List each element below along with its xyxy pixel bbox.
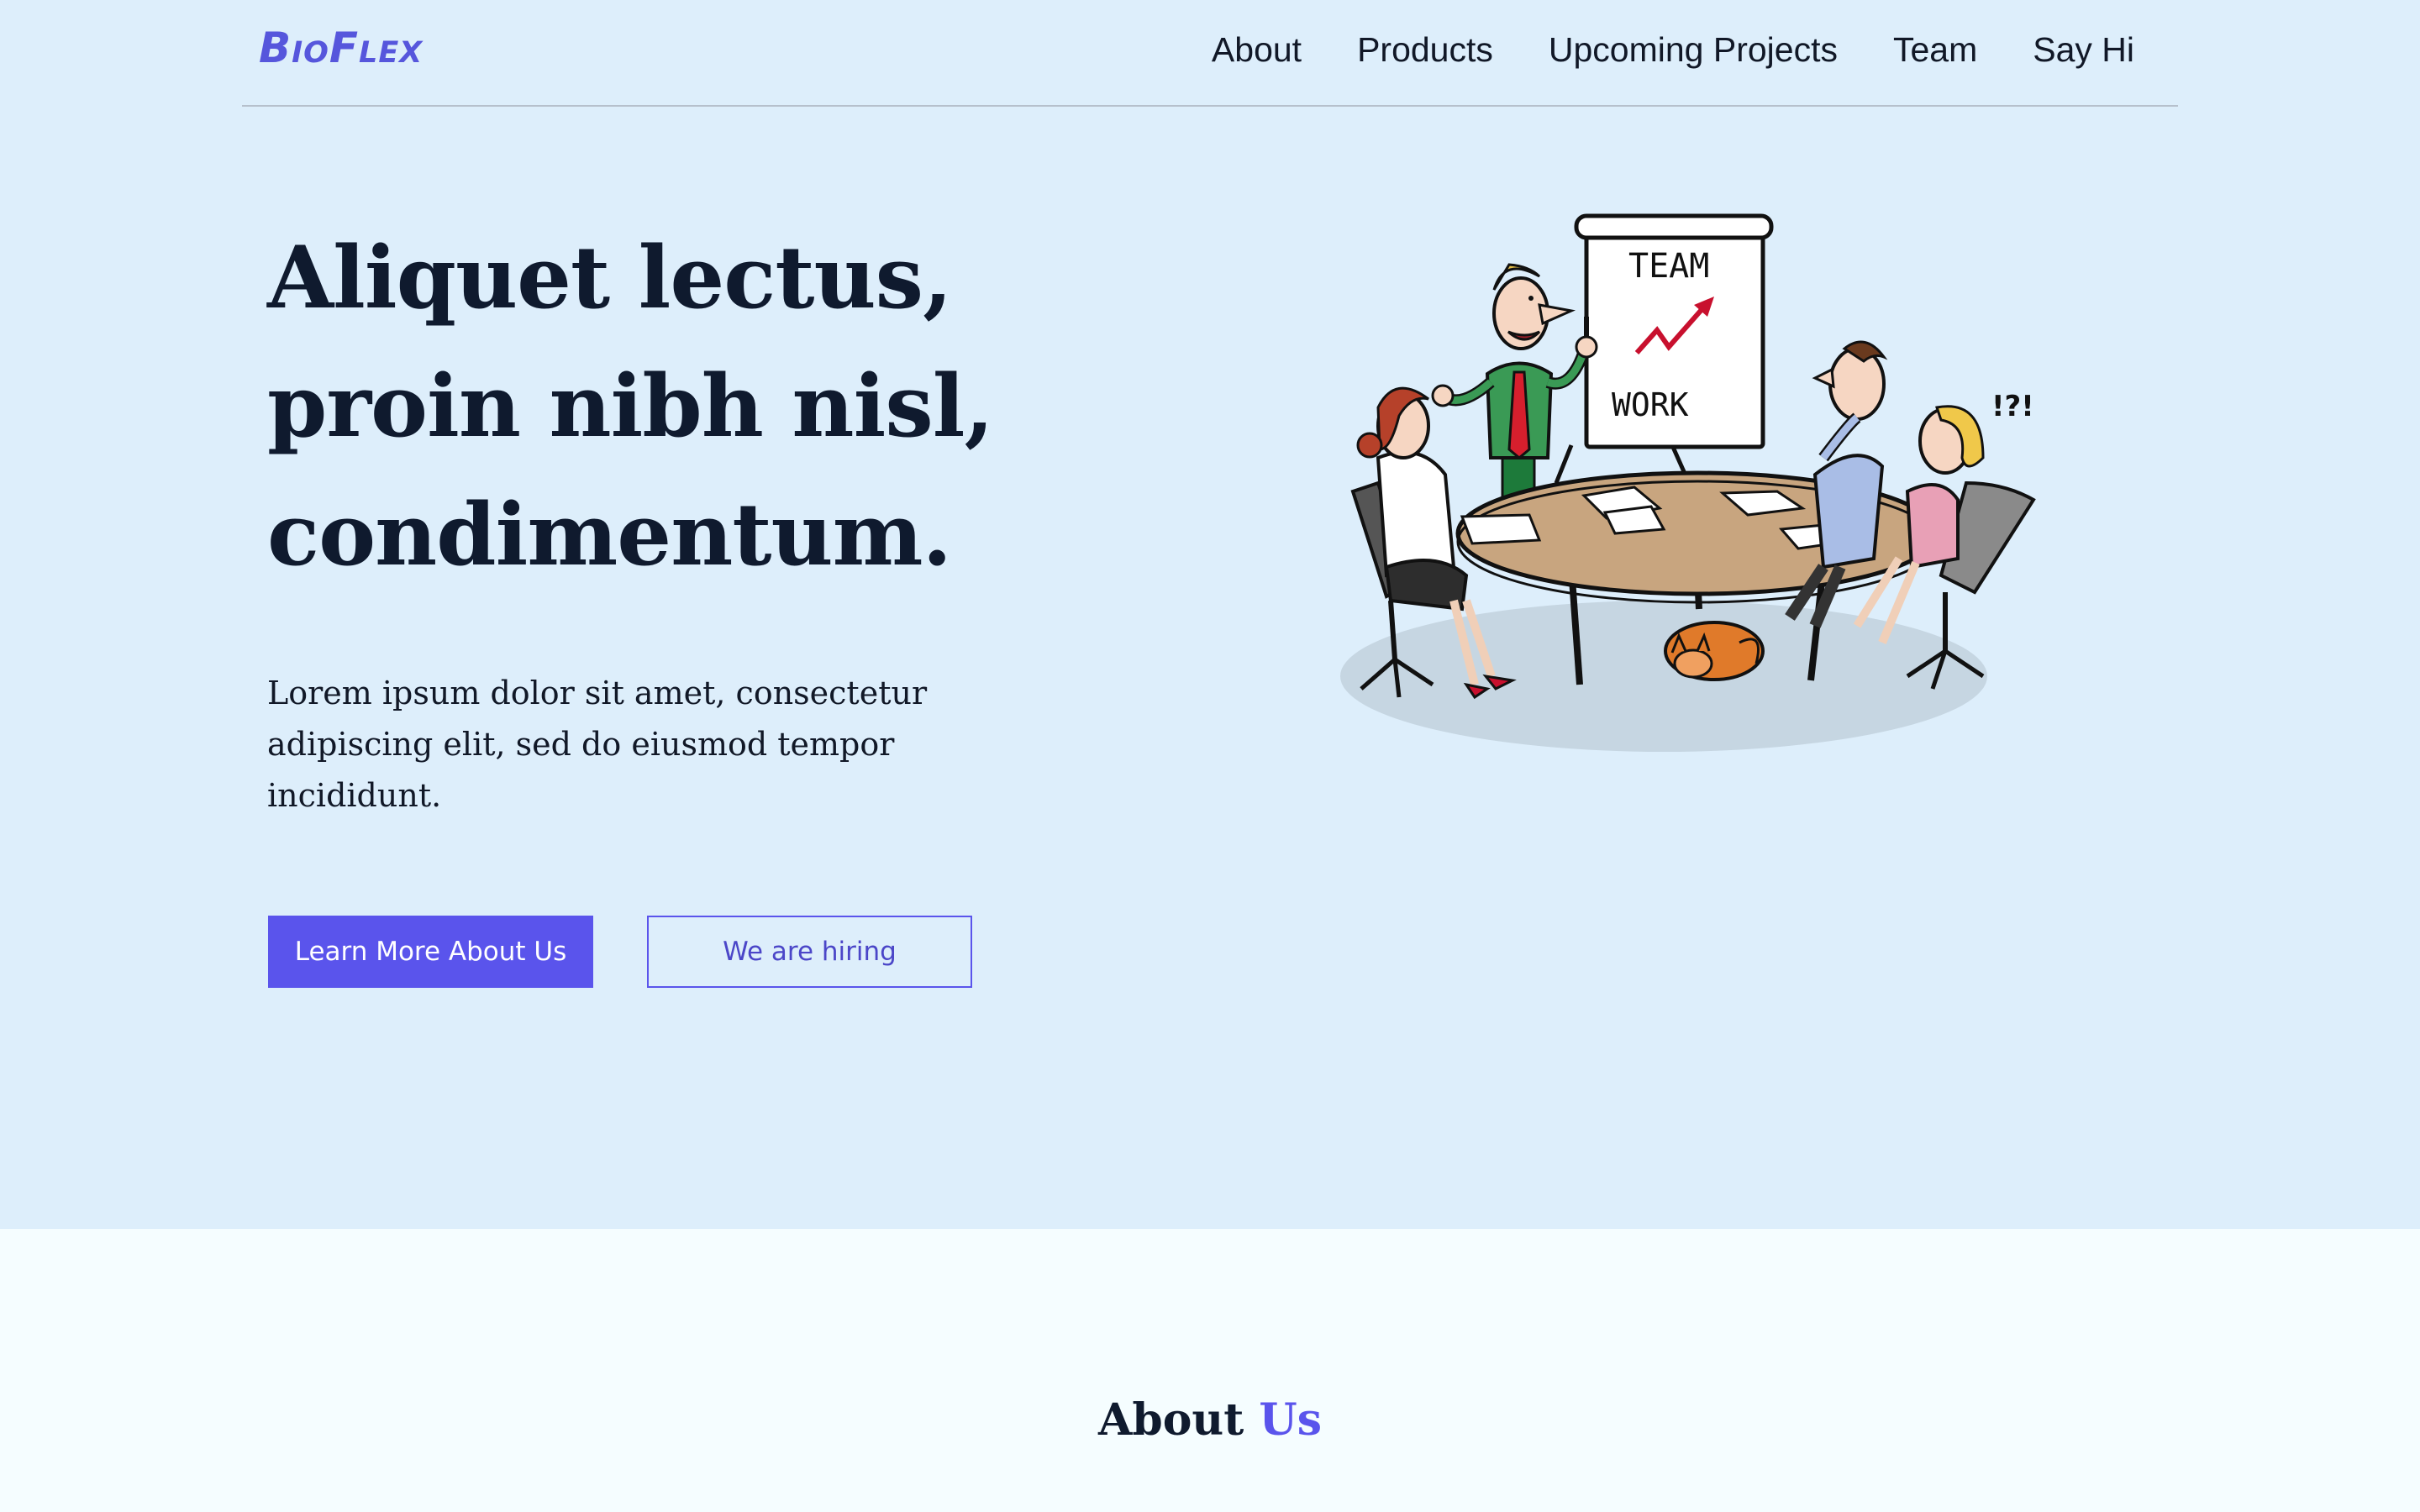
nav-menu: About Products Upcoming Projects Team Sa… xyxy=(1212,30,2134,70)
hero-section: BioFlex About Products Upcoming Projects… xyxy=(0,0,2420,1229)
nav-item-upcoming-projects[interactable]: Upcoming Projects xyxy=(1549,30,1838,70)
nav-item-say-hi[interactable]: Say Hi xyxy=(2033,30,2134,70)
hero-headline: Aliquet lectus, proin nibh nisl, condime… xyxy=(267,228,994,585)
nav-item-products[interactable]: Products xyxy=(1357,30,1493,70)
exclaim-mark: !?! xyxy=(1991,390,2034,423)
about-title-accent: Us xyxy=(1259,1394,1322,1446)
brand-logo[interactable]: BioFlex xyxy=(259,24,423,72)
nav-item-team[interactable]: Team xyxy=(1893,30,1977,70)
presenter-figure xyxy=(1431,263,1598,510)
nav-item-about[interactable]: About xyxy=(1212,30,1302,70)
hero-lead-text: Lorem ipsum dolor sit amet, consectetur … xyxy=(267,675,928,814)
hiring-button[interactable]: We are hiring xyxy=(647,916,972,988)
learn-more-button[interactable]: Learn More About Us xyxy=(268,916,593,988)
sleeping-cat xyxy=(1664,621,1765,681)
board-text-bottom: WORK xyxy=(1612,386,1689,423)
board-text-top: TEAM xyxy=(1628,247,1709,286)
about-section-title: About Us xyxy=(0,1394,2420,1446)
top-navigation: BioFlex About Products Upcoming Projects… xyxy=(242,0,2178,107)
about-title-main: About xyxy=(1098,1394,1244,1446)
team-meeting-illustration: TEAM WORK !?! xyxy=(1340,213,2036,752)
